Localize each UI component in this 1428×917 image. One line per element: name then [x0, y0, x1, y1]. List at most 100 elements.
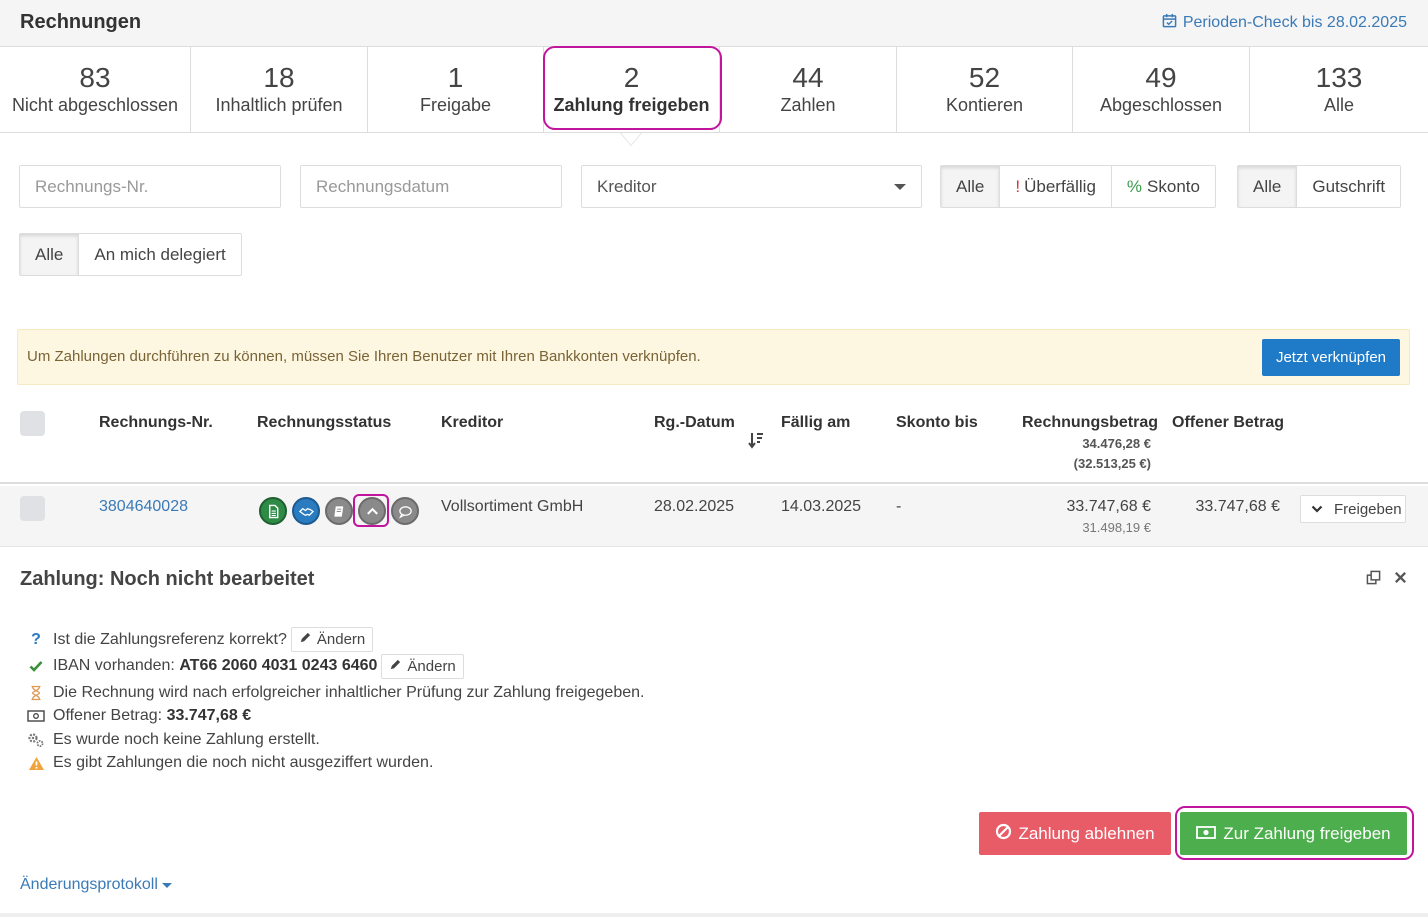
- due-filter-all[interactable]: Alle: [940, 165, 1001, 208]
- popout-icon[interactable]: [1366, 570, 1381, 590]
- open-amount: 33.747,68 €: [1195, 498, 1280, 515]
- tab-count: 44: [792, 62, 824, 93]
- amount-total-discount: (32.513,25 €): [1073, 456, 1151, 471]
- open-amount-value: 33.747,68 €: [166, 707, 252, 725]
- period-check-label: Perioden-Check bis 28.02.2025: [1182, 14, 1407, 31]
- due-filter-all-label: Alle: [956, 176, 985, 196]
- type-filter-all-label: Alle: [1253, 176, 1282, 196]
- row-checkbox[interactable]: [20, 496, 45, 521]
- chevron-down-icon: [894, 183, 906, 190]
- warning-icon: [27, 756, 45, 771]
- link-bank-account-button[interactable]: Jetzt verknüpfen: [1261, 339, 1400, 376]
- close-icon[interactable]: [1393, 570, 1408, 590]
- tab-inhaltlich-pruefen[interactable]: 18 Inhaltlich prüfen: [191, 47, 368, 133]
- caret-down-icon: [161, 882, 172, 888]
- due-filter-group: Alle ! Überfällig % Skonto: [940, 165, 1216, 208]
- th-due[interactable]: Fällig am: [781, 414, 850, 432]
- due-date: 14.03.2025: [781, 498, 862, 515]
- invoice-number-input[interactable]: [19, 165, 281, 208]
- detail-actions: [1366, 570, 1408, 590]
- handshake-icon[interactable]: [292, 497, 320, 525]
- table-row[interactable]: 3804640028 Vollsortiment GmbH 28.02.2025…: [0, 486, 1428, 547]
- tab-label: Kontieren: [945, 95, 1024, 115]
- reject-payment-button[interactable]: Zahlung ablehnen: [979, 812, 1171, 855]
- pencil-icon: [299, 631, 312, 648]
- checklist-item-release-info: Die Rechnung wird nach erfolgreicher inh…: [27, 681, 644, 705]
- tab-zahlen[interactable]: 44 Zahlen: [720, 47, 897, 133]
- sort-descending-icon[interactable]: [748, 432, 764, 454]
- th-amount[interactable]: Rechnungsbetrag: [1022, 414, 1158, 432]
- payment-status-icon[interactable]: [358, 497, 386, 525]
- tab-label: Freigabe: [419, 95, 492, 115]
- tab-count: 52: [968, 62, 1001, 93]
- exclamation-icon: !: [1015, 176, 1021, 196]
- th-open-amount[interactable]: Offener Betrag: [1172, 414, 1284, 432]
- ban-icon: [995, 823, 1012, 845]
- payment-checklist: ? Ist die Zahlungsreferenz korrekt? Ände…: [27, 627, 644, 776]
- edit-reference-button[interactable]: Ändern: [290, 627, 374, 653]
- status-icons: [259, 497, 419, 525]
- type-filter-all[interactable]: Alle: [1237, 165, 1298, 208]
- edit-reference-label: Ändern: [316, 631, 366, 649]
- tab-alle[interactable]: 133 Alle: [1250, 47, 1428, 133]
- changelog-toggle[interactable]: Änderungsprotokoll: [20, 876, 172, 894]
- percent-icon: %: [1126, 176, 1143, 196]
- tab-abgeschlossen[interactable]: 49 Abgeschlossen: [1073, 47, 1250, 133]
- book-icon[interactable]: [325, 497, 353, 525]
- tab-count: 49: [1145, 62, 1177, 93]
- tab-count: 2: [623, 62, 640, 93]
- edit-iban-button[interactable]: Ändern: [381, 653, 464, 679]
- type-filter-credit[interactable]: Gutschrift: [1296, 165, 1402, 208]
- alert-text: Um Zahlungen durchführen zu können, müss…: [27, 348, 701, 365]
- page-header: Rechnungen Perioden-Check bis 28.02.2025: [0, 0, 1428, 47]
- checklist-item-iban: IBAN vorhanden: AT66 2060 4031 0243 6460…: [27, 653, 644, 679]
- table-header: Rechnungs-Nr. Rechnungsstatus Kreditor R…: [0, 400, 1428, 484]
- creditor-select-value: Kreditor: [597, 176, 657, 196]
- calendar-check-icon: [1162, 13, 1177, 33]
- comment-icon[interactable]: [391, 497, 419, 525]
- invoice-date: 28.02.2025: [654, 498, 735, 515]
- changelog-label: Änderungsprotokoll: [20, 876, 158, 893]
- bottom-border: [0, 913, 1428, 917]
- delegation-filter-all-label: Alle: [35, 244, 64, 264]
- approve-payment-button[interactable]: Zur Zahlung freigeben: [1180, 812, 1407, 855]
- tab-freigabe[interactable]: 1 Freigabe: [368, 47, 544, 133]
- period-check-link[interactable]: Perioden-Check bis 28.02.2025: [1162, 13, 1407, 33]
- delegation-filter-group: Alle An mich delegiert: [19, 233, 242, 276]
- due-filter-discount[interactable]: % Skonto: [1110, 165, 1216, 208]
- money-icon: [27, 710, 45, 722]
- active-tab-pointer: [621, 133, 641, 145]
- tab-zahlung-freigeben[interactable]: 2 Zahlung freigeben: [544, 47, 720, 133]
- select-all-checkbox[interactable]: [20, 411, 45, 436]
- delegation-filter-all[interactable]: Alle: [19, 233, 80, 276]
- tab-label: Zahlung freigeben: [553, 95, 710, 115]
- checklist-item-warning: Es gibt Zahlungen die noch nicht ausgezi…: [27, 752, 644, 776]
- reject-payment-label: Zahlung ablehnen: [1018, 823, 1155, 843]
- th-creditor[interactable]: Kreditor: [441, 414, 503, 432]
- tab-nicht-abgeschlossen[interactable]: 83 Nicht abgeschlossen: [0, 47, 191, 133]
- checklist-item-open-amount: Offener Betrag: 33.747,68 €: [27, 705, 644, 729]
- due-filter-overdue[interactable]: ! Überfällig: [999, 165, 1112, 208]
- tab-kontieren[interactable]: 52 Kontieren: [897, 47, 1073, 133]
- tab-count: 133: [1315, 62, 1363, 93]
- invoice-amount: 33.747,68 €: [1066, 498, 1151, 515]
- tab-label: Zahlen: [780, 95, 836, 115]
- invoice-date-input[interactable]: [300, 165, 562, 208]
- creditor-select[interactable]: Kreditor: [581, 165, 922, 208]
- status-tabs: 83 Nicht abgeschlossen 18 Inhaltlich prü…: [0, 47, 1428, 133]
- th-invoice-no[interactable]: Rechnungs-Nr.: [99, 414, 213, 432]
- check-icon: [27, 660, 45, 673]
- tab-label: Alle: [1323, 95, 1354, 115]
- checklist-item-reference: ? Ist die Zahlungsreferenz korrekt? Ände…: [27, 627, 644, 653]
- release-dropdown-button[interactable]: Freigeben: [1300, 495, 1406, 523]
- invoice-number-link[interactable]: 3804640028: [99, 498, 188, 516]
- delegation-filter-delegated[interactable]: An mich delegiert: [78, 233, 242, 276]
- tab-count: 83: [79, 62, 111, 93]
- document-status-icon[interactable]: [259, 497, 287, 525]
- release-info-text: Die Rechnung wird nach erfolgreicher inh…: [53, 683, 645, 701]
- th-invoice-date[interactable]: Rg.-Datum: [654, 414, 735, 432]
- th-discount-until[interactable]: Skonto bis: [896, 414, 978, 432]
- type-filter-credit-label: Gutschrift: [1312, 176, 1386, 196]
- page-title: Rechnungen: [20, 11, 142, 33]
- checklist-item-no-payment: Es wurde noch keine Zahlung erstellt.: [27, 728, 644, 752]
